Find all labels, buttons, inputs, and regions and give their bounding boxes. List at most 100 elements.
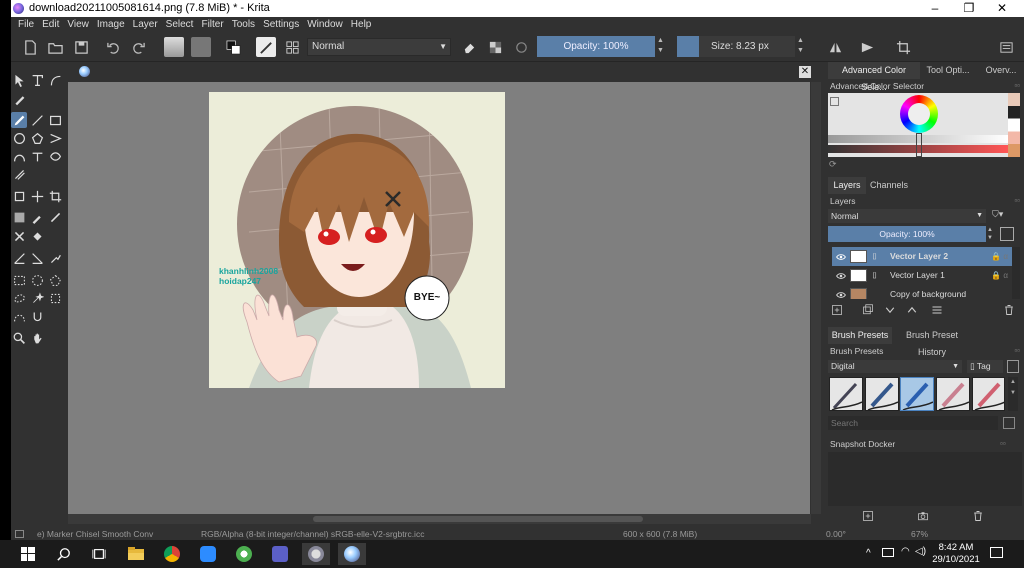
layer-row[interactable]: Copy of background (832, 285, 1020, 299)
layers-docker-float-close-icon[interactable]: ▫▫ (1014, 196, 1020, 205)
layer-row[interactable]: ⌷ Vector Layer 2 🔒 α (832, 247, 1020, 266)
blend-mode-select[interactable]: Normal ▼ (307, 38, 451, 56)
close-window-button[interactable]: ✕ (985, 0, 1019, 17)
select-shapes-tool-icon[interactable] (11, 72, 27, 88)
brush-docker-float-close-icon[interactable]: ▫▫ (1014, 346, 1020, 355)
polyline-tool-icon[interactable] (47, 130, 63, 146)
freehand-brush-tool-icon[interactable] (11, 112, 27, 128)
gradient-fill-swatch[interactable] (164, 37, 184, 57)
layer-opacity-spinner[interactable]: ▲ ▼ (987, 226, 995, 242)
menu-settings[interactable]: Settings (259, 17, 303, 32)
task-view-icon[interactable] (85, 543, 113, 565)
smart-patch-tool-icon[interactable] (11, 228, 27, 244)
brush-presets-scrollbar[interactable]: ▲ ▼ (1008, 377, 1018, 411)
krita-taskbar-icon[interactable] (338, 543, 366, 565)
menu-filter[interactable]: Filter (197, 17, 227, 32)
wrap-around-icon[interactable] (893, 37, 913, 57)
fill-tool-icon[interactable] (29, 228, 45, 244)
menu-file[interactable]: File (14, 17, 38, 32)
bezier-select-tool-icon[interactable] (11, 308, 27, 324)
text-tool-icon[interactable] (29, 72, 45, 88)
menu-window[interactable]: Window (303, 17, 347, 32)
add-layer-icon[interactable] (831, 304, 843, 316)
menu-view[interactable]: View (63, 17, 93, 32)
layer-opacity-slider[interactable]: Opacity: 100% (828, 226, 986, 242)
layer-name[interactable]: Vector Layer 1 (890, 266, 945, 285)
colorize-mask-tool-icon[interactable] (47, 209, 63, 225)
brush-tag-select[interactable]: Digital ▼ (828, 360, 962, 373)
status-rotation[interactable]: 0.00° (826, 528, 846, 540)
crop-tool-icon[interactable] (47, 188, 63, 204)
layer-properties-icon[interactable] (931, 304, 943, 316)
fg-bg-color-icon[interactable] (223, 37, 243, 57)
tab-advanced-color-selector[interactable]: Advanced Color Sele... (828, 62, 920, 92)
color-selector-menu-icon[interactable] (830, 97, 839, 106)
polygon-tool-icon[interactable] (29, 130, 45, 146)
edit-shapes-tool-icon[interactable] (11, 91, 27, 107)
tag-menu-button[interactable]: ▯ Tag (967, 360, 1003, 373)
file-explorer-icon[interactable] (122, 543, 150, 565)
volume-icon[interactable]: ◁) (915, 546, 926, 557)
polygon-select-tool-icon[interactable] (47, 272, 63, 288)
brush-preset-icon[interactable] (256, 37, 276, 57)
mirror-vertical-icon[interactable] (857, 37, 877, 57)
menu-tools[interactable]: Tools (228, 17, 259, 32)
close-document-icon[interactable]: ✕ (799, 66, 811, 78)
layer-row[interactable]: ⌷ Vector Layer 1 🔒 α (832, 266, 1020, 285)
workspace-grid-icon[interactable] (282, 37, 302, 57)
move-layer-up-icon[interactable] (906, 304, 918, 316)
green-app-icon[interactable] (230, 543, 258, 565)
tab-brush-presets[interactable]: Brush Presets (828, 327, 892, 344)
slider-cursor[interactable] (916, 133, 922, 157)
status-zoom[interactable]: 67% (911, 528, 928, 540)
maximize-button[interactable]: ❐ (952, 0, 986, 17)
hue-ring[interactable] (900, 95, 938, 133)
zoom-tool-icon[interactable] (11, 330, 27, 346)
menu-edit[interactable]: Edit (38, 17, 63, 32)
freehand-select-tool-icon[interactable] (11, 290, 27, 306)
teams-icon[interactable] (266, 543, 294, 565)
similar-select-tool-icon[interactable] (47, 290, 63, 306)
chrome-icon[interactable] (158, 543, 186, 565)
menu-image[interactable]: Image (93, 17, 129, 32)
opacity-spinner[interactable]: ▲ ▼ (656, 36, 665, 57)
move-layer-down-icon[interactable] (884, 304, 896, 316)
reload-preset-icon[interactable] (511, 37, 531, 57)
pattern-fill-swatch[interactable] (191, 37, 211, 57)
ellipse-tool-icon[interactable] (11, 130, 27, 146)
brush-preset-item-selected[interactable] (900, 377, 934, 411)
freehand-path-tool-icon[interactable] (29, 148, 45, 164)
search-icon[interactable] (50, 543, 78, 565)
docker-float-close-icon[interactable]: ▫▫ (1014, 81, 1020, 90)
new-document-icon[interactable] (20, 37, 40, 57)
wifi-icon[interactable]: ◠ (901, 546, 910, 557)
add-snapshot-icon[interactable] (862, 510, 874, 522)
size-slider[interactable]: Size: 8.23 px (699, 36, 795, 57)
color-selector-panel[interactable] (828, 93, 1008, 157)
duplicate-layer-icon[interactable] (862, 304, 874, 316)
move-tool-icon[interactable] (29, 188, 45, 204)
mirror-horizontal-icon[interactable] (825, 37, 845, 57)
menu-select[interactable]: Select (162, 17, 198, 32)
line-tool-icon[interactable] (29, 112, 45, 128)
layer-list-scrollbar[interactable] (1012, 247, 1020, 299)
canvas-horizontal-scrollbar[interactable] (68, 514, 811, 524)
refresh-icon[interactable]: ⟳ (829, 159, 837, 170)
saturation-value-area[interactable] (908, 103, 930, 125)
ellipse-select-tool-icon[interactable] (29, 272, 45, 288)
alpha-lock-icon[interactable] (485, 37, 505, 57)
contiguous-select-tool-icon[interactable] (29, 290, 45, 306)
brush-view-options-icon[interactable] (1007, 360, 1019, 373)
layer-filter-icon[interactable]: ⛉▾ (992, 209, 1012, 223)
scrollbar-thumb[interactable] (313, 516, 643, 522)
measure-tool-icon[interactable] (11, 250, 27, 266)
calligraphy-tool-icon[interactable] (47, 72, 63, 88)
tab-channels[interactable]: Channels (868, 177, 910, 194)
tab-overview[interactable]: Overv... (980, 62, 1022, 79)
assistant-tool-icon[interactable] (29, 250, 45, 266)
transform-tool-icon[interactable] (11, 188, 27, 204)
notifications-icon[interactable] (990, 547, 1003, 558)
menu-layer[interactable]: Layer (129, 17, 162, 32)
redo-icon[interactable] (128, 37, 148, 57)
color-picker-tool-icon[interactable] (29, 209, 45, 225)
